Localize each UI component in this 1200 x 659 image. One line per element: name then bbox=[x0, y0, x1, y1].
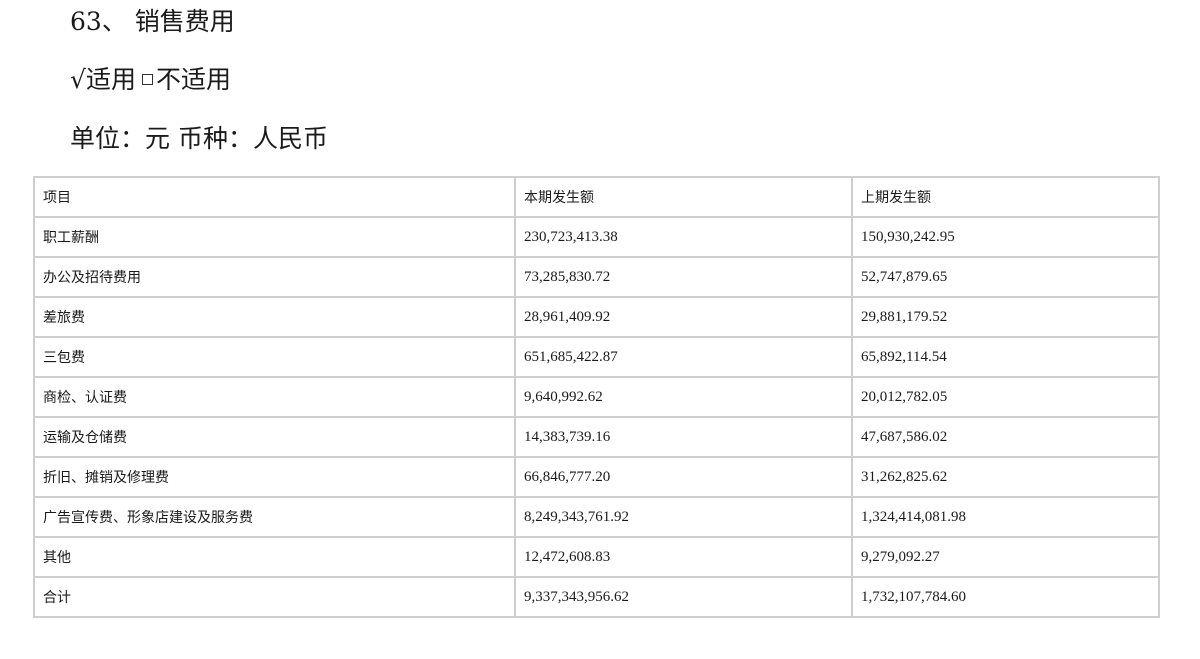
table-row: 办公及招待费用 73,285,830.72 52,747,879.65 bbox=[33, 256, 1160, 298]
header-item: 项目 bbox=[33, 176, 516, 218]
row-prior-amount: 52,747,879.65 bbox=[851, 256, 1160, 298]
row-prior-amount: 1,732,107,784.60 bbox=[851, 576, 1160, 618]
table-row: 三包费 651,685,422.87 65,892,114.54 bbox=[33, 336, 1160, 378]
row-current-amount: 9,337,343,956.62 bbox=[514, 576, 853, 618]
applicability-line: √适用 不适用 bbox=[70, 67, 231, 92]
table-row: 其他 12,472,608.83 9,279,092.27 bbox=[33, 536, 1160, 578]
row-current-amount: 8,249,343,761.92 bbox=[514, 496, 853, 538]
table-row: 职工薪酬 230,723,413.38 150,930,242.95 bbox=[33, 216, 1160, 258]
row-current-amount: 14,383,739.16 bbox=[514, 416, 853, 458]
table-row: 折旧、摊销及修理费 66,846,777.20 31,262,825.62 bbox=[33, 456, 1160, 498]
row-current-amount: 66,846,777.20 bbox=[514, 456, 853, 498]
row-current-amount: 28,961,409.92 bbox=[514, 296, 853, 338]
section-title: 销售费用 bbox=[134, 7, 235, 36]
row-item: 合计 bbox=[33, 576, 516, 618]
row-current-amount: 230,723,413.38 bbox=[514, 216, 853, 258]
row-prior-amount: 29,881,179.52 bbox=[851, 296, 1160, 338]
row-prior-amount: 1,324,414,081.98 bbox=[851, 496, 1160, 538]
table-row: 差旅费 28,961,409.92 29,881,179.52 bbox=[33, 296, 1160, 338]
row-current-amount: 651,685,422.87 bbox=[514, 336, 853, 378]
table-row: 商检、认证费 9,640,992.62 20,012,782.05 bbox=[33, 376, 1160, 418]
section-separator: 、 bbox=[101, 7, 127, 36]
section-number: 63 bbox=[70, 7, 102, 36]
row-item: 职工薪酬 bbox=[33, 216, 516, 258]
row-item: 折旧、摊销及修理费 bbox=[33, 456, 516, 498]
row-prior-amount: 9,279,092.27 bbox=[851, 536, 1160, 578]
sales-expense-table: 项目 本期发生额 上期发生额 职工薪酬 230,723,413.38 150,930… bbox=[33, 176, 1160, 618]
row-current-amount: 12,472,608.83 bbox=[514, 536, 853, 578]
table-header-row: 项目 本期发生额 上期发生额 bbox=[33, 176, 1160, 218]
applicable-option: 适用 bbox=[85, 65, 136, 94]
section-heading: 63、 销售费用 bbox=[70, 9, 235, 34]
row-current-amount: 73,285,830.72 bbox=[514, 256, 853, 298]
row-item: 其他 bbox=[33, 536, 516, 578]
row-item: 差旅费 bbox=[33, 296, 516, 338]
table-row: 运输及仓储费 14,383,739.16 47,687,586.02 bbox=[33, 416, 1160, 458]
table-total-row: 合计 9,337,343,956.62 1,732,107,784.60 bbox=[33, 576, 1160, 618]
unit-currency-line: 单位：元 币种：人民币 bbox=[70, 124, 328, 153]
row-item: 广告宣传费、形象店建设及服务费 bbox=[33, 496, 516, 538]
row-current-amount: 9,640,992.62 bbox=[514, 376, 853, 418]
header-prior-period: 上期发生额 bbox=[851, 176, 1160, 218]
row-item: 办公及招待费用 bbox=[33, 256, 516, 298]
row-item: 商检、认证费 bbox=[33, 376, 516, 418]
row-prior-amount: 150,930,242.95 bbox=[851, 216, 1160, 258]
row-prior-amount: 31,262,825.62 bbox=[851, 456, 1160, 498]
header-current-period: 本期发生额 bbox=[514, 176, 853, 218]
table-row: 广告宣传费、形象店建设及服务费 8,249,343,761.92 1,324,414… bbox=[33, 496, 1160, 538]
row-item: 运输及仓储费 bbox=[33, 416, 516, 458]
row-item: 三包费 bbox=[33, 336, 516, 378]
row-prior-amount: 20,012,782.05 bbox=[851, 376, 1160, 418]
checked-mark: √ bbox=[70, 65, 86, 94]
row-prior-amount: 47,687,586.02 bbox=[851, 416, 1160, 458]
row-prior-amount: 65,892,114.54 bbox=[851, 336, 1160, 378]
empty-checkbox-icon bbox=[141, 74, 153, 85]
not-applicable-option: 不适用 bbox=[155, 65, 231, 94]
